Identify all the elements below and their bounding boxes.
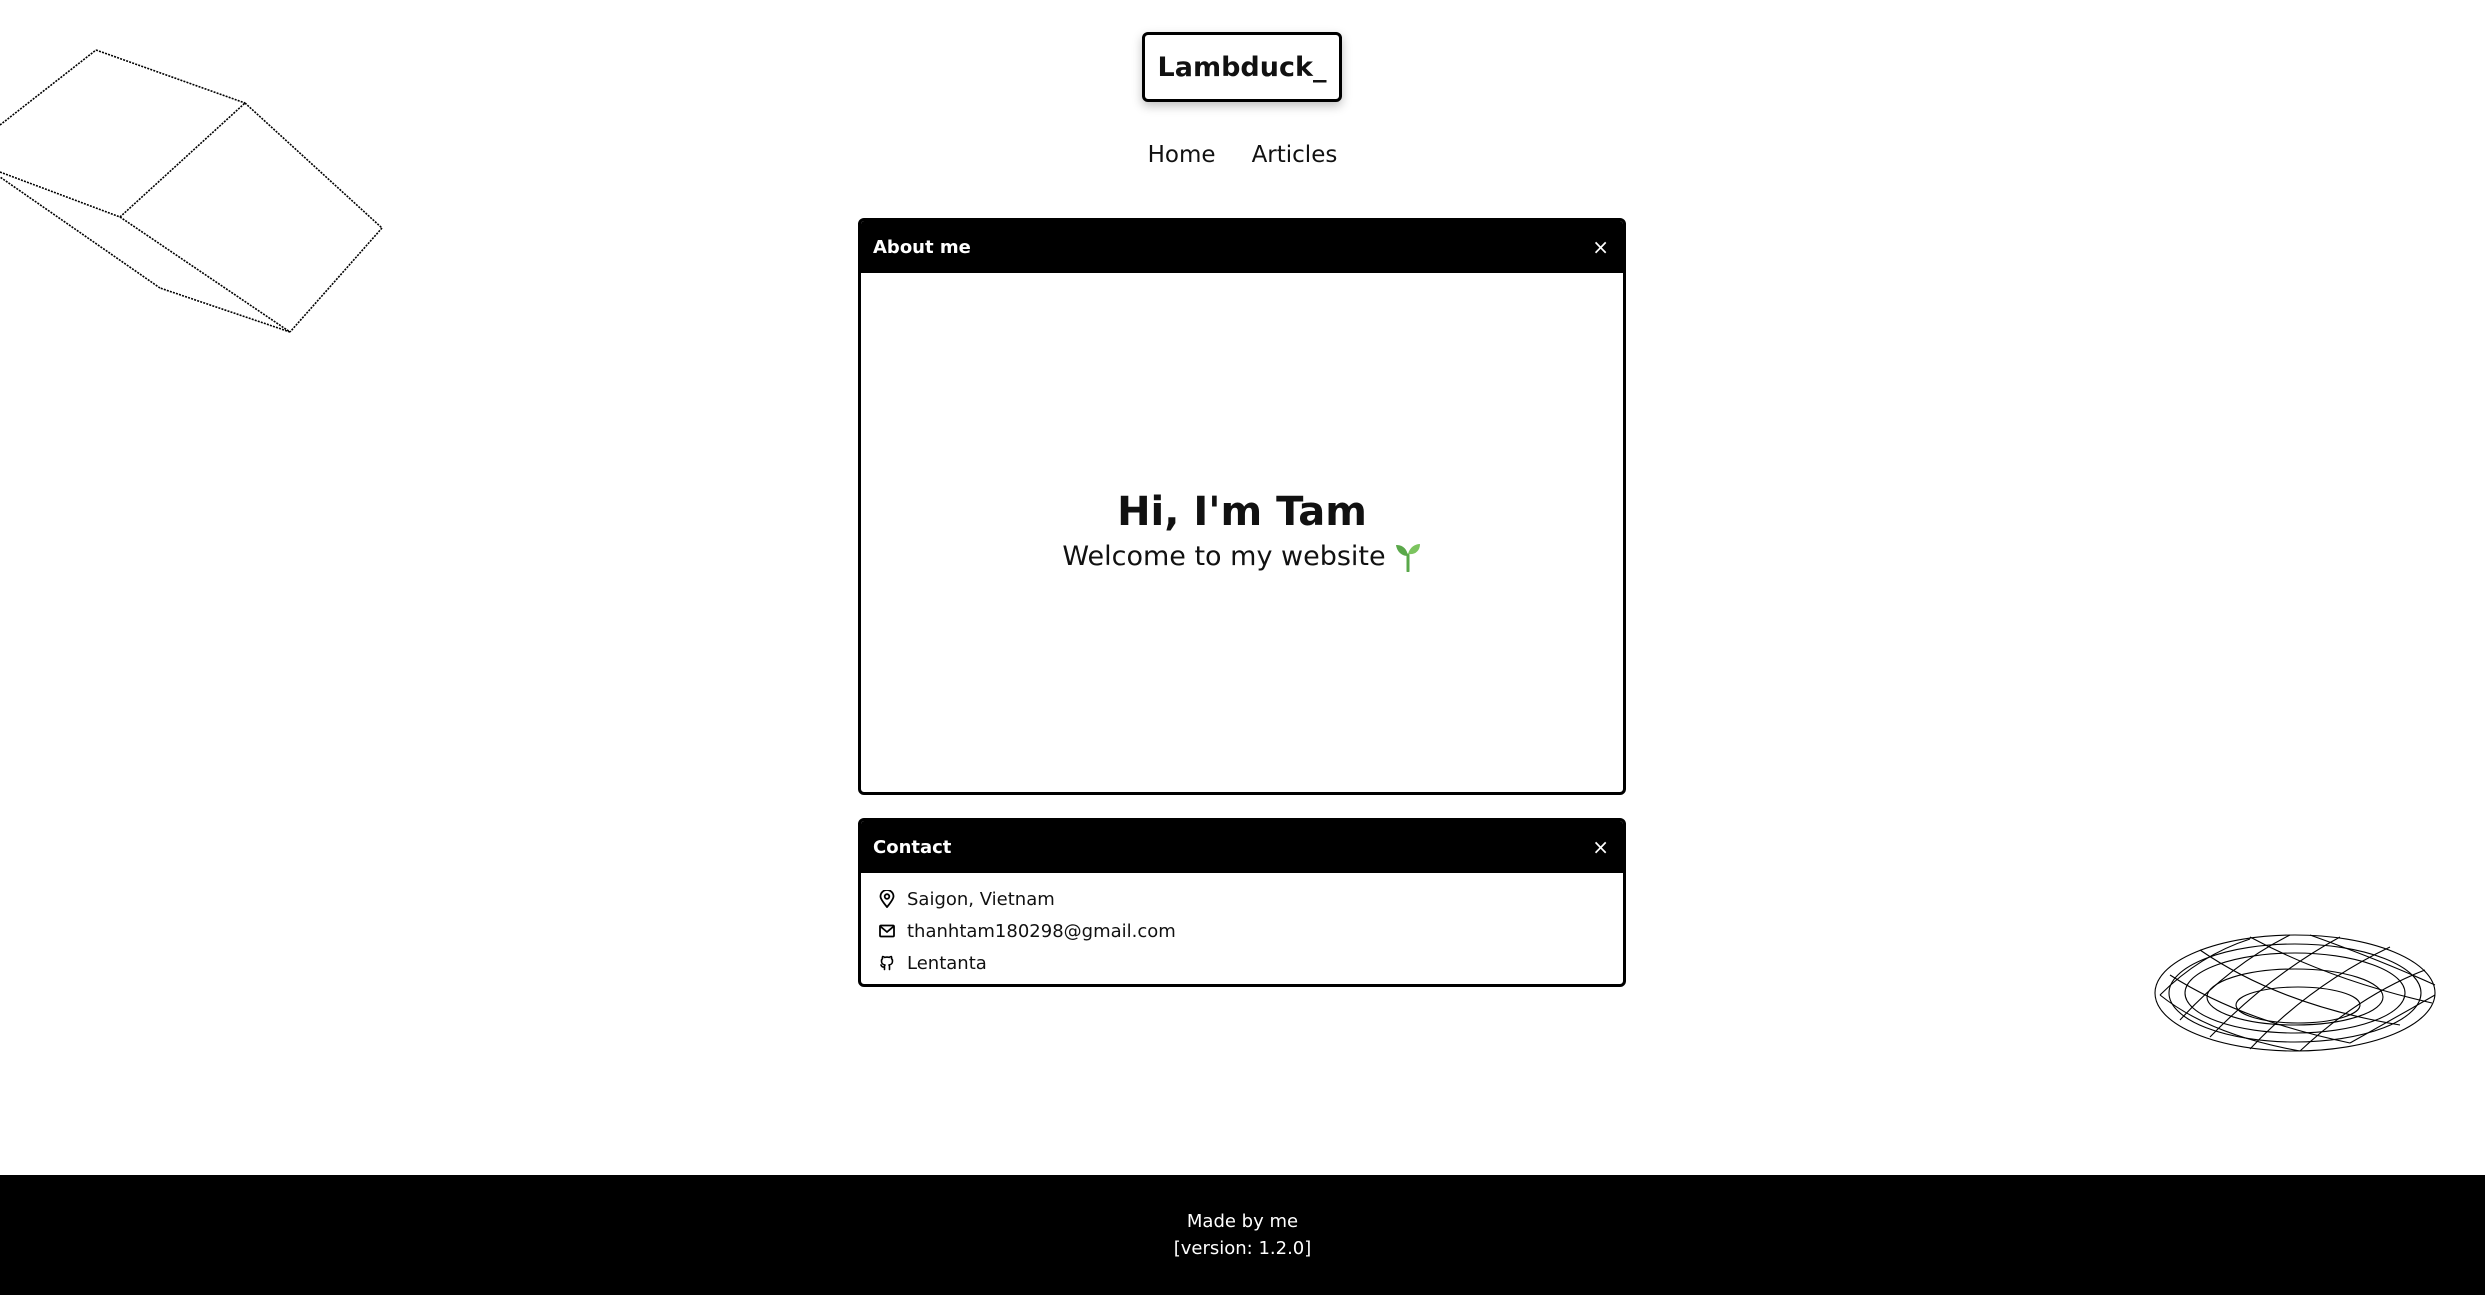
site-logo[interactable]: Lambduck_ xyxy=(1142,32,1342,102)
github-icon xyxy=(880,955,894,971)
footer-version: [version: 1.2.0] xyxy=(1173,1238,1312,1259)
contact-github[interactable]: Lentanta xyxy=(879,951,1605,975)
about-me-body: Hi, I'm Tam Welcome to my website xyxy=(861,273,1623,792)
footer-credit: Made by me xyxy=(1186,1211,1299,1232)
about-me-titlebar[interactable]: About me × xyxy=(861,221,1623,273)
wireframe-box-decoration xyxy=(0,49,383,333)
close-icon[interactable]: × xyxy=(1592,837,1609,857)
seedling-icon xyxy=(1395,543,1420,572)
github-link[interactable]: Lentanta xyxy=(907,953,987,974)
close-icon[interactable]: × xyxy=(1592,237,1609,257)
location-pin-icon xyxy=(879,890,895,908)
wireframe-torus-decoration xyxy=(2154,934,2436,1052)
site-footer: Made by me [version: 1.2.0] xyxy=(0,1175,2485,1295)
contact-body: Saigon, Vietnam thanhtam180298@gmail.com… xyxy=(861,873,1623,984)
welcome-text: Welcome to my website xyxy=(1062,541,1386,572)
email-link[interactable]: thanhtam180298@gmail.com xyxy=(907,921,1176,942)
location-text: Saigon, Vietnam xyxy=(907,888,1055,910)
contact-location: Saigon, Vietnam xyxy=(879,887,1605,911)
main-nav: Home Articles xyxy=(0,142,2485,168)
contact-window: Contact × Saigon, Vietnam thanhtam180298… xyxy=(858,818,1626,987)
welcome-row: Welcome to my website xyxy=(1062,541,1421,572)
nav-home-link[interactable]: Home xyxy=(1148,142,1216,168)
contact-email[interactable]: thanhtam180298@gmail.com xyxy=(879,919,1605,943)
greeting-heading: Hi, I'm Tam xyxy=(1117,489,1367,535)
window-title: About me xyxy=(873,236,971,258)
contact-titlebar[interactable]: Contact × xyxy=(861,821,1623,873)
mail-icon xyxy=(879,924,895,938)
nav-articles-link[interactable]: Articles xyxy=(1252,142,1338,168)
window-title: Contact xyxy=(873,836,952,858)
about-me-window: About me × Hi, I'm Tam Welcome to my web… xyxy=(858,218,1626,795)
